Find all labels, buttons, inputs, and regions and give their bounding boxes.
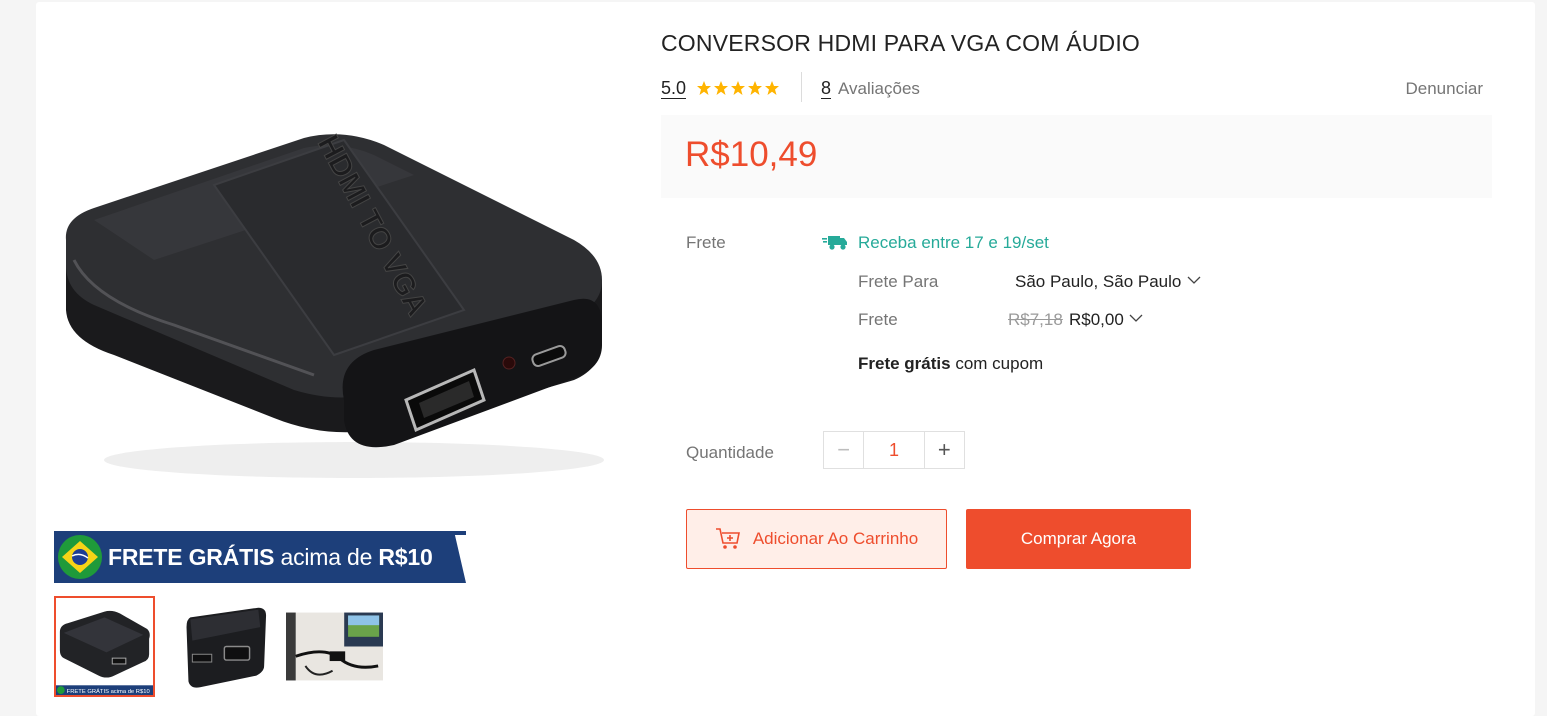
add-to-cart-label: Adicionar Ao Carrinho [752, 529, 919, 548]
truck-icon [822, 236, 847, 250]
price-section: R$10,49 [661, 115, 1492, 198]
delivery-estimate: Receba entre 17 e 19/set [858, 233, 1049, 252]
add-to-cart-button[interactable]: Adicionar Ao Carrinho [686, 509, 947, 569]
free-shipping-coupon: Frete grátis com cupom [858, 354, 1044, 373]
increase-quantity-button[interactable]: + [925, 432, 964, 468]
shipping-fee[interactable]: R$0,00 [1069, 310, 1124, 330]
divider [801, 72, 802, 102]
rating-score[interactable]: 5.0 [661, 78, 687, 99]
cart-add-icon [715, 528, 740, 549]
thumbnail-1[interactable]: FRETE GRÁTIS acima de R$10 [54, 596, 155, 697]
chevron-down-icon[interactable] [1129, 312, 1143, 324]
svg-text:FRETE GRÁTIS acima de R$10: FRETE GRÁTIS acima de R$10 [67, 688, 150, 695]
star-icon [697, 81, 711, 95]
star-icon [731, 81, 745, 95]
thumbnail-2[interactable] [169, 596, 270, 697]
quantity-label: Quantidade [686, 443, 774, 462]
star-rating [697, 81, 779, 95]
quantity-stepper: − 1 + [823, 431, 965, 469]
report-link[interactable]: Denunciar [1406, 79, 1484, 99]
old-shipping-fee: R$7,18 [1008, 310, 1063, 329]
review-count[interactable]: 8 [821, 78, 832, 99]
star-icon [748, 81, 762, 95]
buy-now-button[interactable]: Comprar Agora [966, 509, 1191, 569]
product-main-image[interactable]: HDMI TO VGA [54, 100, 614, 500]
shipping-fee-label: Frete [858, 310, 898, 329]
promo-text: FRETE GRÁTIS acima de R$10 [108, 544, 433, 570]
product-price: R$10,49 [685, 135, 818, 174]
ship-to-location[interactable]: São Paulo, São Paulo [1015, 272, 1181, 292]
review-label[interactable]: Avaliações [838, 79, 920, 99]
product-title: CONVERSOR HDMI PARA VGA COM ÁUDIO [661, 30, 1141, 56]
thumbnail-3[interactable] [284, 596, 385, 697]
decrease-quantity-button[interactable]: − [824, 432, 863, 468]
star-icon [765, 81, 779, 95]
rating-row: 5.0 8 Avaliações Denunciar [661, 72, 1491, 102]
star-icon [714, 81, 728, 95]
shipping-label: Frete [686, 233, 726, 252]
ship-to-label: Frete Para [858, 272, 939, 291]
chevron-down-icon[interactable] [1187, 274, 1201, 286]
quantity-input[interactable]: 1 [863, 432, 925, 468]
